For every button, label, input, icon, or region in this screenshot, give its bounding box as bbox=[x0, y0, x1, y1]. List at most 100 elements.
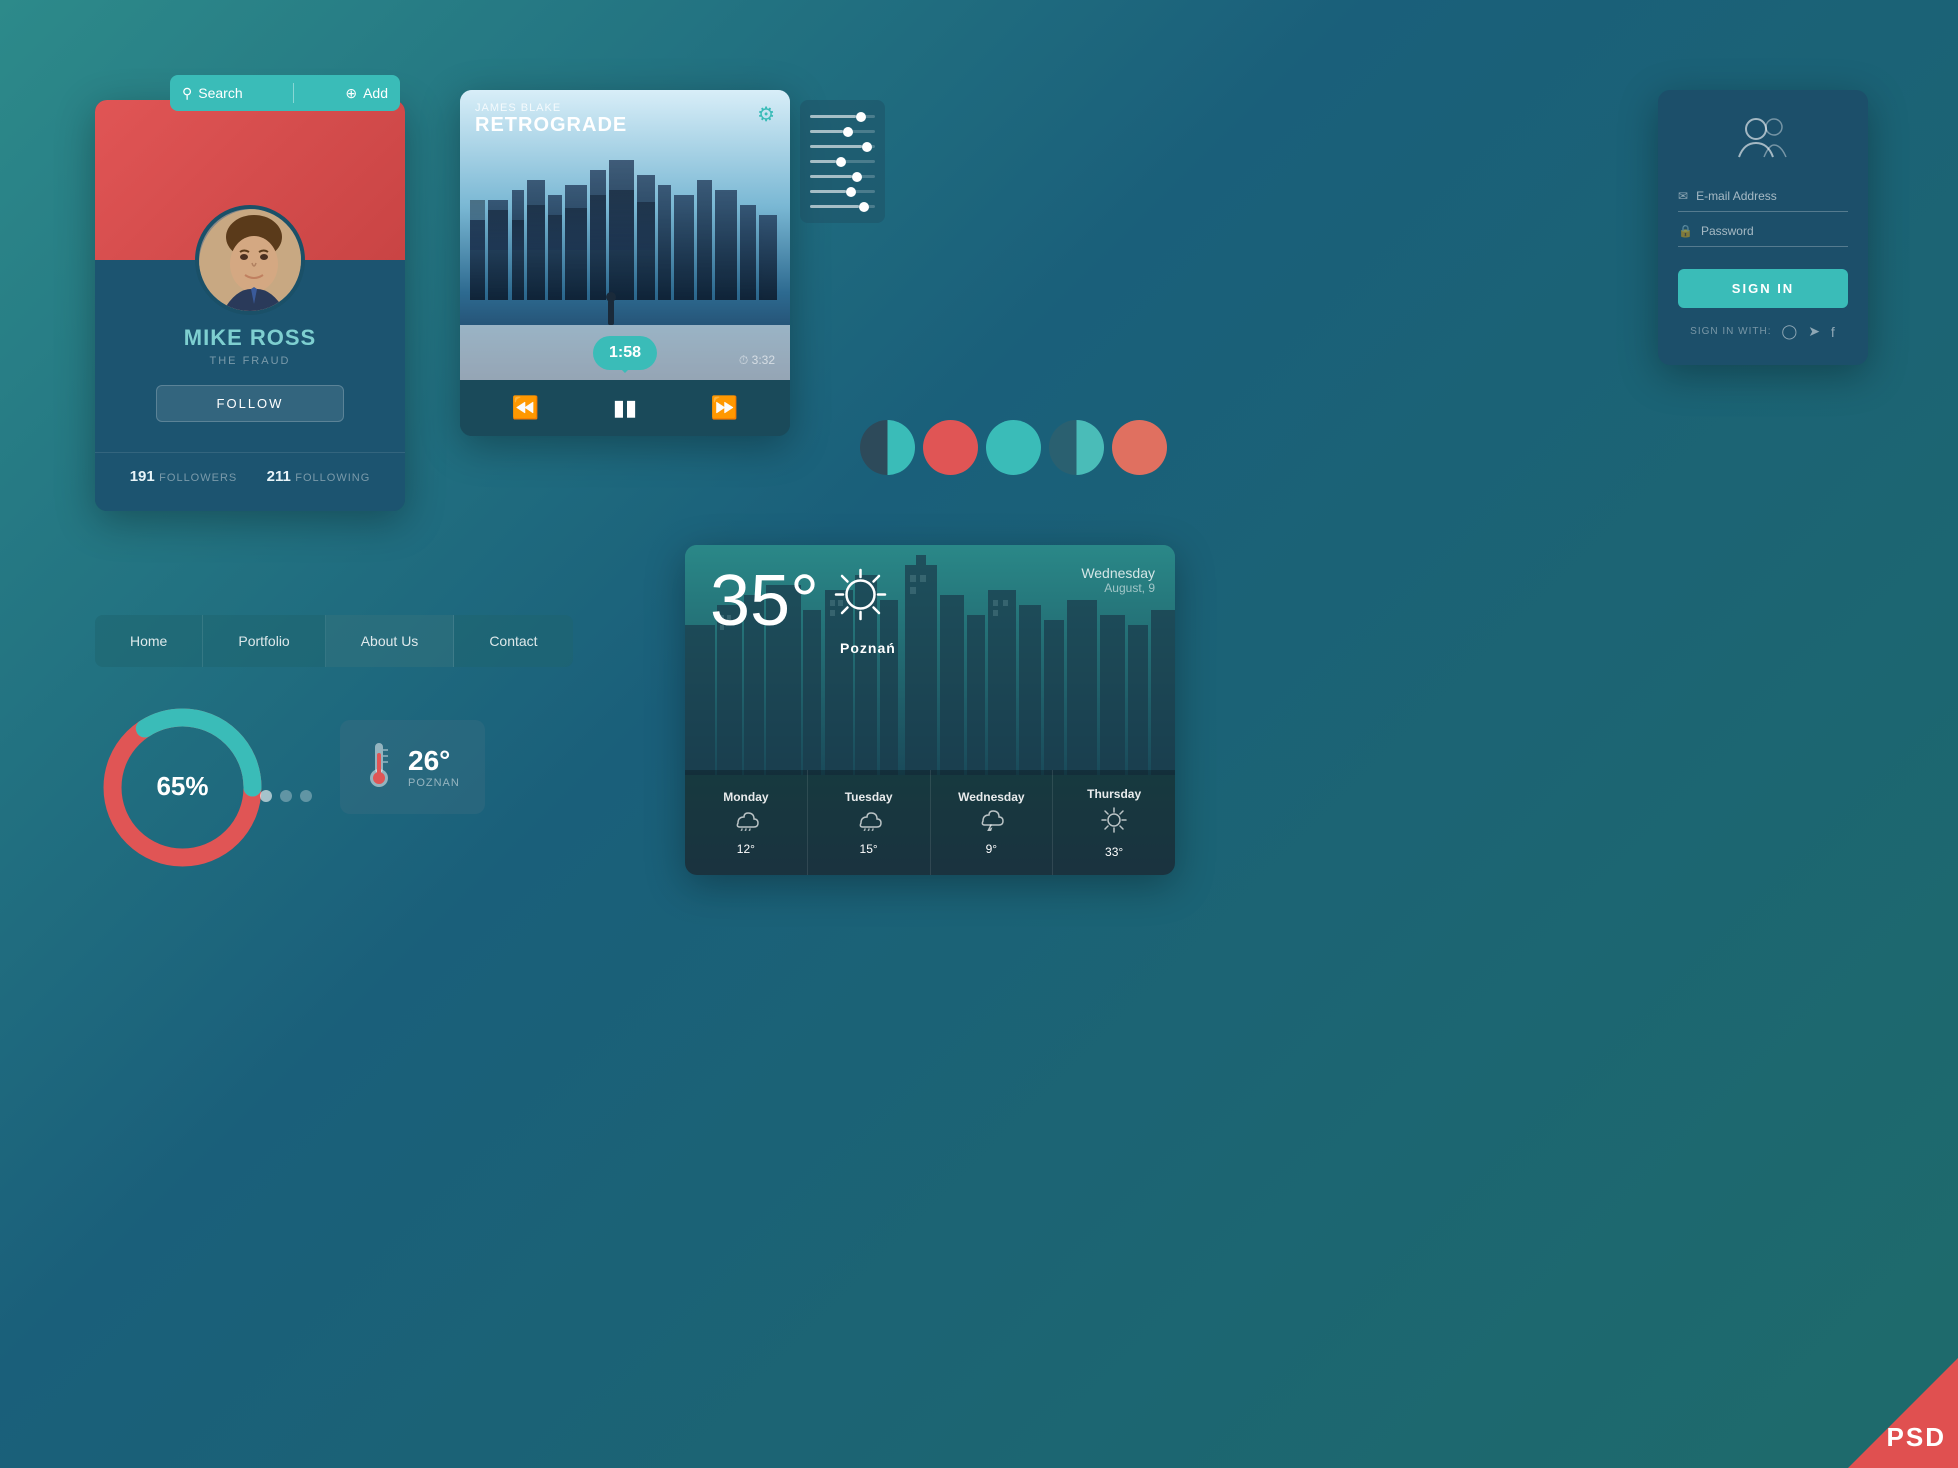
dot-3[interactable] bbox=[300, 790, 312, 802]
music-player: JAMES BLAKE RETROGRADE ⚙ 1:58 ⏱ 3:32 ⏪ ▮… bbox=[460, 90, 790, 436]
facebook-icon[interactable]: f bbox=[1831, 324, 1836, 340]
thermometer-icon bbox=[365, 738, 393, 796]
donut-chart: 65% bbox=[95, 700, 270, 875]
eq-fill-1 bbox=[810, 115, 856, 118]
users-icon bbox=[1678, 115, 1848, 169]
dot-2[interactable] bbox=[280, 790, 292, 802]
follow-button[interactable]: FOLLOW bbox=[156, 385, 345, 422]
lock-icon: 🔒 bbox=[1678, 224, 1693, 238]
eq-thumb-4[interactable] bbox=[836, 157, 846, 167]
eq-fill-2 bbox=[810, 130, 843, 133]
thermo-svg bbox=[365, 738, 393, 788]
color-swatch-5 bbox=[1112, 420, 1167, 475]
eq-fill-5 bbox=[810, 175, 852, 178]
forecast-monday: Monday 12° bbox=[685, 770, 808, 875]
gear-icon[interactable]: ⚙ bbox=[757, 102, 775, 127]
email-placeholder: E-mail Address bbox=[1696, 189, 1777, 203]
eq-thumb-1[interactable] bbox=[856, 112, 866, 122]
nav-about-label: About Us bbox=[361, 633, 419, 649]
profile-stats: 191 FOLLOWERS 211 FOLLOWING bbox=[95, 452, 405, 491]
email-icon: ✉ bbox=[1678, 189, 1688, 203]
donut-chart-wrap: 65% bbox=[95, 700, 270, 880]
forecast-thursday: Thursday 33° bbox=[1053, 770, 1175, 875]
eq-track-5 bbox=[810, 175, 875, 178]
color-swatch-4 bbox=[1049, 420, 1104, 475]
profile-card: MIKE ROSS THE FRAUD FOLLOW 191 FOLLOWERS… bbox=[95, 100, 405, 511]
signin-with-row: SIGN IN WITH: ◯ ➤ f bbox=[1678, 323, 1848, 340]
forecast-thursday-icon bbox=[1100, 806, 1128, 840]
eq-thumb-7[interactable] bbox=[859, 202, 869, 212]
eq-slider-5[interactable] bbox=[810, 175, 875, 178]
eq-thumb-5[interactable] bbox=[852, 172, 862, 182]
eq-slider-7[interactable] bbox=[810, 205, 875, 208]
pause-button[interactable]: ▮▮ bbox=[613, 395, 637, 421]
weather-sun-icon bbox=[833, 567, 888, 627]
fast-forward-button[interactable]: ⏩ bbox=[711, 395, 738, 421]
color-palette bbox=[860, 420, 1167, 475]
avatar bbox=[195, 205, 305, 315]
clock-icon: ⏱ bbox=[739, 353, 748, 367]
nav-portfolio[interactable]: Portfolio bbox=[203, 615, 325, 667]
eq-thumb-6[interactable] bbox=[846, 187, 856, 197]
forecast-monday-name: Monday bbox=[723, 790, 768, 804]
music-cover: JAMES BLAKE RETROGRADE ⚙ 1:58 ⏱ 3:32 bbox=[460, 90, 790, 380]
nav-contact-label: Contact bbox=[489, 633, 537, 649]
eq-slider-2[interactable] bbox=[810, 130, 875, 133]
color-swatch-1 bbox=[860, 420, 915, 475]
music-title: RETROGRADE bbox=[475, 114, 627, 137]
forecast-tuesday-temp: 15° bbox=[860, 842, 878, 856]
weather-card: 35° Poznań Wednesday August, 9 bbox=[685, 545, 1175, 875]
rewind-button[interactable]: ⏪ bbox=[512, 395, 539, 421]
forecast-wednesday: Wednesday 9° bbox=[931, 770, 1054, 875]
eq-slider-4[interactable] bbox=[810, 160, 875, 163]
eq-slider-1[interactable] bbox=[810, 115, 875, 118]
following-count: 211 bbox=[267, 468, 291, 485]
dot-1[interactable] bbox=[260, 790, 272, 802]
followers-label: FOLLOWERS bbox=[159, 472, 237, 484]
google-icon[interactable]: ◯ bbox=[1782, 323, 1799, 340]
nav-portfolio-label: Portfolio bbox=[238, 633, 289, 649]
eq-track-3 bbox=[810, 145, 875, 148]
weather-temperature: 35° bbox=[710, 561, 819, 641]
color-swatch-3 bbox=[986, 420, 1041, 475]
search-icon: ⚲ bbox=[182, 85, 192, 102]
following-stat: 211 FOLLOWING bbox=[267, 468, 371, 486]
sun-svg bbox=[833, 567, 888, 622]
signin-button[interactable]: SIGN IN bbox=[1678, 269, 1848, 308]
nav-bar: Home Portfolio About Us Contact bbox=[95, 615, 573, 667]
forecast-tuesday-name: Tuesday bbox=[845, 790, 893, 804]
profile-name: MIKE ROSS bbox=[95, 325, 405, 351]
weather-day: Wednesday bbox=[1081, 565, 1155, 581]
nav-contact[interactable]: Contact bbox=[454, 615, 572, 667]
profile-top-bg bbox=[95, 100, 405, 260]
nav-home[interactable]: Home bbox=[95, 615, 203, 667]
plus-icon: ⊕ bbox=[345, 85, 357, 102]
svg-text:65%: 65% bbox=[156, 771, 208, 801]
add-label: Add bbox=[363, 85, 388, 101]
forecast-thursday-name: Thursday bbox=[1087, 787, 1141, 801]
twitter-icon[interactable]: ➤ bbox=[1808, 323, 1821, 340]
music-header: JAMES BLAKE RETROGRADE bbox=[475, 102, 627, 137]
pagination-dots bbox=[260, 790, 312, 802]
eq-thumb-3[interactable] bbox=[862, 142, 872, 152]
eq-slider-3[interactable] bbox=[810, 145, 875, 148]
music-total-time: 3:32 bbox=[752, 353, 775, 367]
thermo-info: 26° POZNAN bbox=[408, 745, 460, 789]
password-field-row: 🔒 Password bbox=[1678, 224, 1848, 247]
thermo-temp: 26° bbox=[408, 745, 460, 777]
profile-subtitle: THE FRAUD bbox=[95, 355, 405, 367]
nav-about[interactable]: About Us bbox=[326, 615, 455, 667]
thermometer-widget: 26° POZNAN bbox=[340, 720, 485, 814]
eq-thumb-2[interactable] bbox=[843, 127, 853, 137]
search-bar: ⚲ Search ⊕ Add bbox=[170, 75, 400, 111]
forecast-wednesday-temp: 9° bbox=[986, 842, 997, 856]
eq-track-7 bbox=[810, 205, 875, 208]
search-label: Search bbox=[198, 85, 242, 101]
search-button[interactable]: ⚲ Search bbox=[182, 85, 243, 102]
music-duration: ⏱ 3:32 bbox=[739, 353, 775, 368]
eq-panel bbox=[800, 100, 885, 223]
eq-slider-6[interactable] bbox=[810, 190, 875, 193]
add-button[interactable]: ⊕ Add bbox=[345, 85, 388, 102]
login-card: ✉ E-mail Address 🔒 Password SIGN IN SIGN… bbox=[1658, 90, 1868, 365]
weather-date-value: August, 9 bbox=[1081, 581, 1155, 595]
